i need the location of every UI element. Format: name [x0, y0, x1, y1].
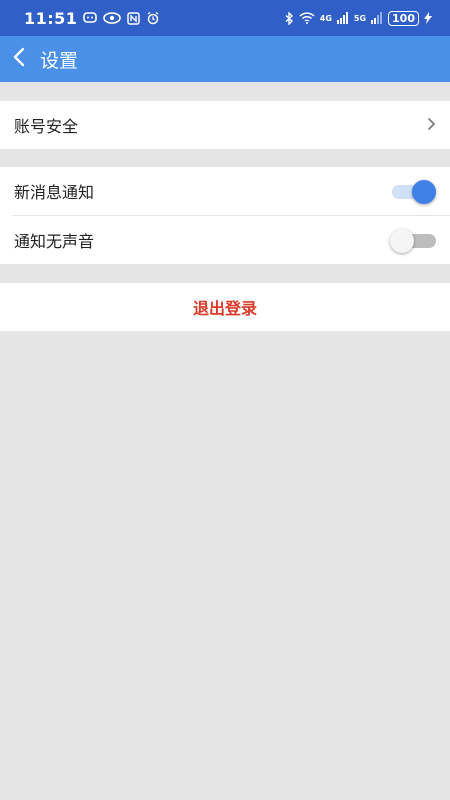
- toggle-knob: [412, 180, 436, 204]
- account-group: 账号安全: [0, 101, 450, 149]
- new-message-notify-item: 新消息通知: [0, 167, 450, 215]
- wifi-icon: [299, 12, 315, 24]
- silent-notify-toggle[interactable]: [390, 228, 436, 253]
- charging-icon: [424, 12, 432, 24]
- status-bar: 11:51 4G 5G 100: [0, 0, 450, 36]
- new-message-notify-toggle[interactable]: [390, 179, 436, 204]
- chevron-right-icon: [427, 115, 436, 136]
- bluetooth-icon: [285, 11, 294, 25]
- battery-indicator: 100: [388, 10, 419, 26]
- eye-icon: [103, 12, 122, 24]
- network-type-2: 5G: [353, 13, 367, 23]
- signal-icon: [336, 12, 349, 24]
- network-type-1: 4G: [319, 13, 332, 23]
- logout-button[interactable]: 退出登录: [0, 283, 450, 331]
- alarm-icon: [146, 11, 160, 25]
- toggle-knob: [390, 229, 414, 253]
- new-message-notify-label: 新消息通知: [14, 183, 95, 202]
- silent-notify-label: 通知无声音: [14, 232, 95, 251]
- clock: 11:51: [24, 8, 78, 28]
- nfc-icon: [127, 11, 141, 25]
- page-title: 设置: [40, 49, 79, 72]
- account-security-label: 账号安全: [14, 117, 79, 136]
- message-icon: [83, 12, 98, 24]
- back-button[interactable]: [0, 36, 38, 82]
- app-bar: 设置: [0, 36, 450, 82]
- account-security-item[interactable]: 账号安全: [0, 101, 450, 149]
- chevron-left-icon: [12, 47, 26, 71]
- logout-group: 退出登录: [0, 283, 450, 331]
- silent-notify-item: 通知无声音: [0, 216, 450, 264]
- signal-icon-2: [371, 12, 383, 24]
- notification-group: 新消息通知 通知无声音: [0, 167, 450, 264]
